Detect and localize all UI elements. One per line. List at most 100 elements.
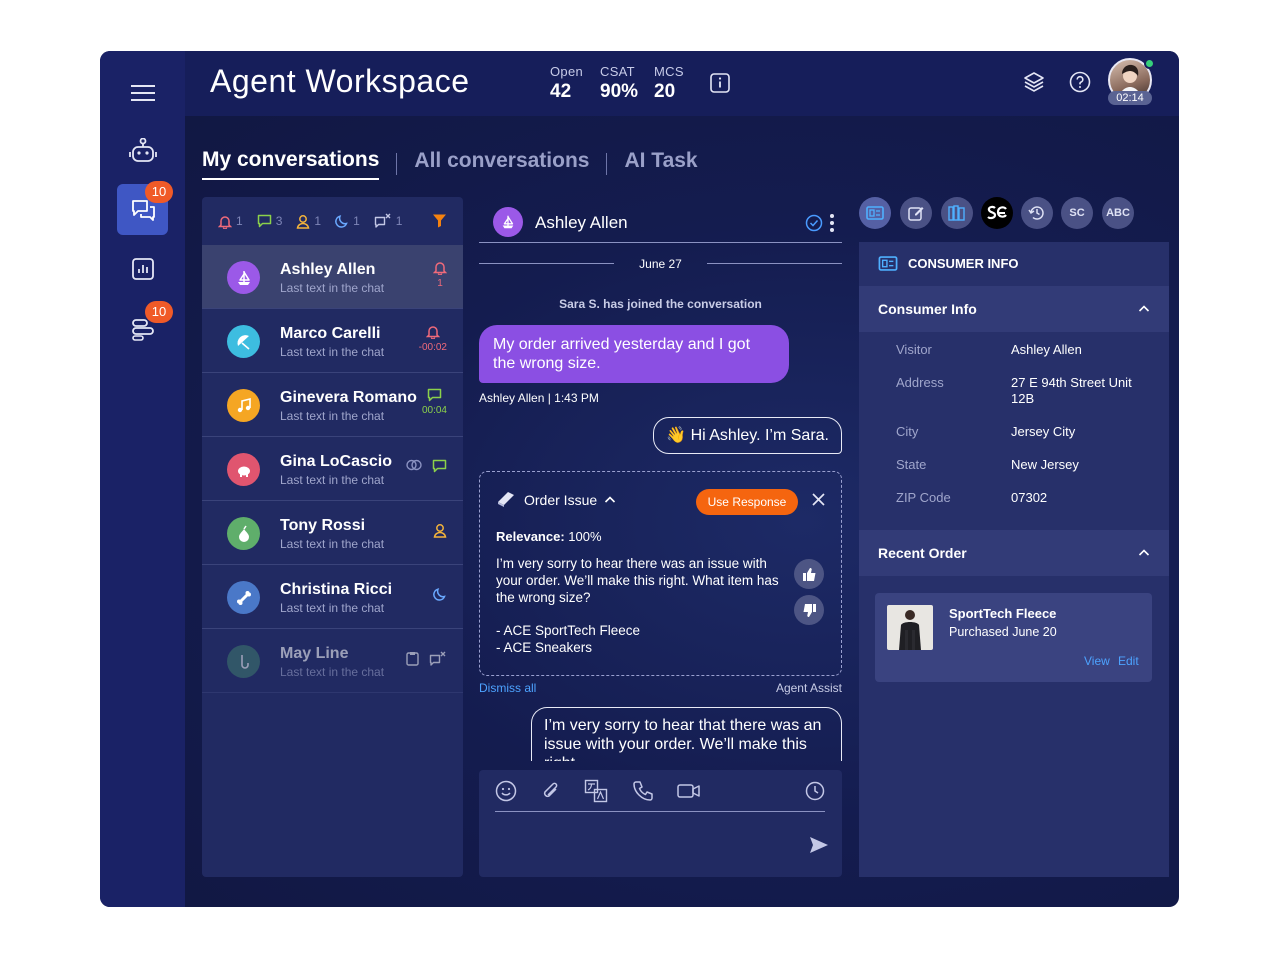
contact-name: Tony Rossi <box>280 517 366 534</box>
date-label: June 27 <box>639 257 682 271</box>
history-icon <box>1028 206 1044 220</box>
chevron-up-icon[interactable] <box>604 492 616 510</box>
assist-title: Order Issue <box>524 492 598 508</box>
abc-tab[interactable]: ABC <box>1102 197 1134 229</box>
product-image <box>887 605 933 650</box>
emoji-icon[interactable] <box>495 780 517 807</box>
tab-all-conversations[interactable]: All conversations <box>414 149 589 179</box>
field-value: New Jersey <box>1011 457 1079 472</box>
tab-ai-task[interactable]: AI Task <box>624 149 697 179</box>
info-icon[interactable] <box>710 73 730 98</box>
field-label: ZIP Code <box>896 490 951 505</box>
message-input[interactable] <box>495 820 795 864</box>
stat-mcs-label: MCS <box>654 64 684 79</box>
agent-draft-message: I’m very sorry to hear that there was an… <box>531 707 842 761</box>
filter-users[interactable]: 1 <box>296 214 321 229</box>
stat-mcs: MCS 20 <box>654 64 684 103</box>
chevron-up-icon <box>1138 549 1150 556</box>
use-response-button[interactable]: Use Response <box>696 489 798 515</box>
filter-alerts[interactable]: 1 <box>218 214 243 229</box>
last-message: Last text in the chat <box>280 409 385 423</box>
conversation-item-marco-carelli[interactable]: Marco Carelli Last text in the chat -00:… <box>202 309 463 373</box>
knowledge-tab[interactable] <box>941 197 973 229</box>
filter-icon[interactable] <box>432 213 447 231</box>
chevron-up-icon <box>1138 305 1150 312</box>
stat-mcs-value: 20 <box>654 81 676 102</box>
field-label: Address <box>896 375 944 390</box>
conversation-item-ashley-allen[interactable]: Ashley Allen Last text in the chat 1 <box>202 245 463 309</box>
conversation-item-may-line[interactable]: May Line Last text in the chat <box>202 629 463 693</box>
section-title: Consumer Info <box>878 301 977 317</box>
tab-my-conversations[interactable]: My conversations <box>202 148 380 180</box>
relevance: Relevance: 100% <box>496 529 602 544</box>
product-person-icon <box>899 610 921 650</box>
history-tab[interactable] <box>1021 197 1053 229</box>
dismiss-all-link[interactable]: Dismiss all <box>479 681 536 695</box>
resolve-check-icon[interactable] <box>805 214 823 237</box>
conversation-meta <box>406 459 447 473</box>
send-icon[interactable] <box>809 836 829 859</box>
field-value: Ashley Allen <box>1011 342 1082 357</box>
analytics-icon[interactable] <box>117 243 168 294</box>
help-icon[interactable] <box>1069 71 1091 98</box>
order-purchase-date: Purchased June 20 <box>949 625 1057 639</box>
wait-time: -00:02 <box>418 342 447 353</box>
composer-divider <box>495 811 825 812</box>
bot-icon[interactable] <box>117 125 168 176</box>
id-card-icon <box>878 256 898 271</box>
conversation-item-ginevera-romano[interactable]: Ginevera Romano Last text in the chat 00… <box>202 373 463 437</box>
agent-workspace-window: 10 10 Agent Workspace Open 42 CSAT 90% M… <box>100 51 1179 907</box>
suggested-item: - ACE Sneakers <box>496 640 593 655</box>
more-options-icon[interactable] <box>829 213 835 238</box>
layers-icon[interactable] <box>1023 71 1045 98</box>
video-icon[interactable] <box>677 783 701 804</box>
filter-night[interactable]: 1 <box>335 214 360 228</box>
attachment-icon[interactable] <box>541 780 561 807</box>
sailboat-icon <box>502 215 514 229</box>
pear-icon <box>238 525 249 542</box>
conversation-item-tony-rossi[interactable]: Tony Rossi Last text in the chat <box>202 501 463 565</box>
chat-header: Ashley Allen <box>479 197 842 243</box>
stat-csat-label: CSAT <box>600 64 635 79</box>
left-rail: 10 10 <box>100 51 185 907</box>
tab-divider <box>606 153 608 175</box>
filter-messages[interactable]: 3 <box>257 214 282 228</box>
music-note-icon <box>237 397 251 412</box>
thumbs-up-button[interactable] <box>794 559 824 589</box>
close-icon[interactable] <box>812 493 825 511</box>
brand-tab[interactable] <box>981 197 1013 229</box>
user-icon <box>433 524 447 538</box>
conversation-item-gina-locascio[interactable]: Gina LoCascio Last text in the chat <box>202 437 463 501</box>
view-order-link[interactable]: View <box>1084 654 1110 668</box>
books-icon <box>948 205 965 221</box>
conversation-item-christina-ricci[interactable]: Christina Ricci Last text in the chat <box>202 565 463 629</box>
contact-name: Christina Ricci <box>280 581 393 598</box>
message-meta: Ashley Allen | 1:43 PM <box>479 391 599 405</box>
conversation-meta: -00:02 <box>419 324 447 353</box>
field-label: Visitor <box>896 342 932 357</box>
sc-tab[interactable]: SC <box>1061 197 1093 229</box>
chat-contact-name: Ashley Allen <box>535 213 628 232</box>
consumer-info-panel: CONSUMER INFO Consumer Info Visitor Ashl… <box>859 242 1169 877</box>
notes-tab[interactable] <box>900 197 932 229</box>
contact-avatar <box>227 453 260 486</box>
phone-icon[interactable] <box>632 780 654 807</box>
consumer-info-section-header[interactable]: Consumer Info <box>859 286 1169 332</box>
consumer-info-tab[interactable] <box>859 197 891 229</box>
agent-assist-label: Agent Assist <box>775 681 842 695</box>
wait-time: 00:04 <box>421 405 447 416</box>
recent-order-section-header[interactable]: Recent Order <box>859 530 1169 576</box>
filter-bar: 1 3 1 1 1 <box>202 197 463 245</box>
umbrella-icon <box>236 334 250 350</box>
edit-order-link[interactable]: Edit <box>1118 654 1139 668</box>
translate-icon[interactable] <box>584 779 608 808</box>
menu-icon[interactable] <box>117 67 168 118</box>
conversation-meta <box>433 523 447 541</box>
transfer-icon <box>374 213 391 228</box>
clock-icon[interactable] <box>805 781 825 806</box>
filter-transfers[interactable]: 1 <box>374 213 402 229</box>
thumbs-down-button[interactable] <box>794 595 824 625</box>
moon-icon <box>433 588 446 601</box>
last-message: Last text in the chat <box>280 473 385 487</box>
stat-csat: CSAT 90% <box>600 64 638 103</box>
